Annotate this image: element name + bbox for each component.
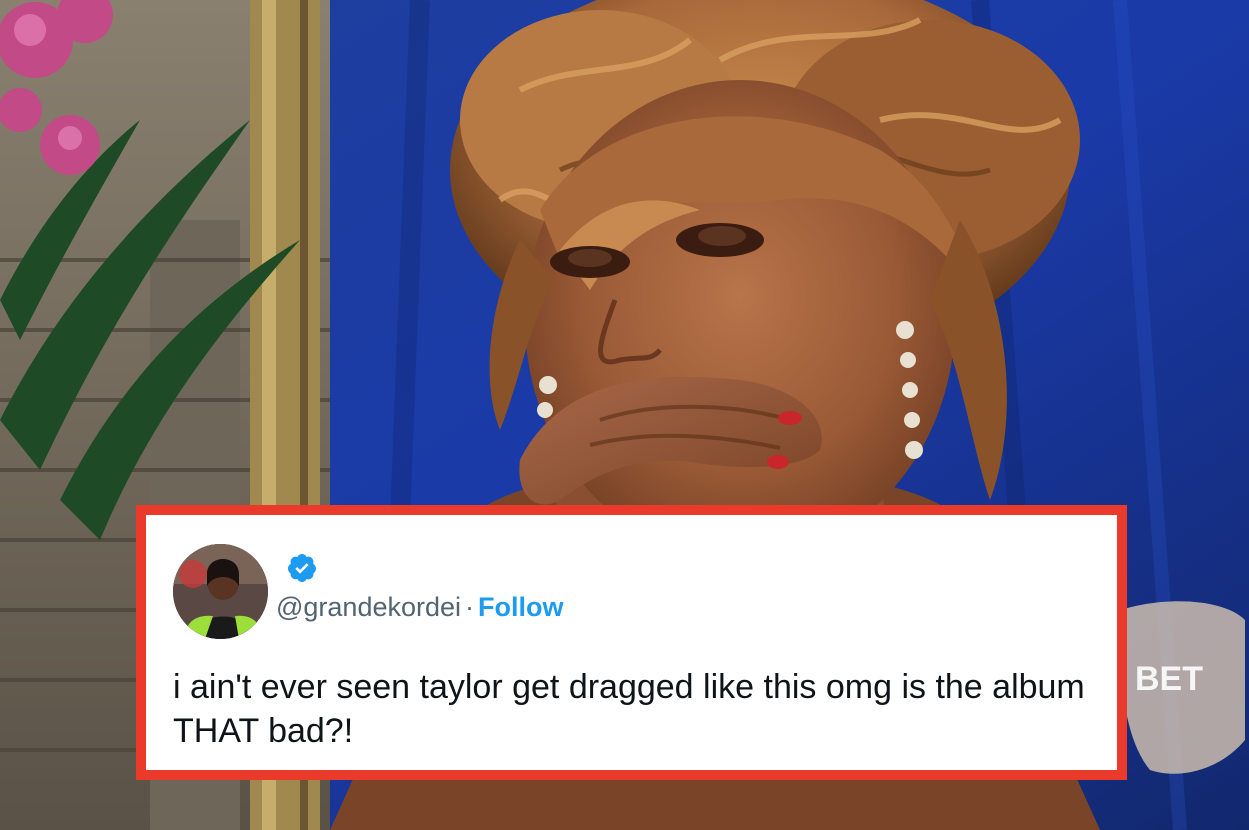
user-handle[interactable]: @grandekordei: [276, 592, 461, 622]
verified-badge-icon: [286, 552, 318, 584]
avatar[interactable]: [173, 544, 268, 639]
watermark-text: BET: [1135, 660, 1203, 698]
separator-dot: ·: [465, 592, 475, 622]
tweet-card: @grandekordei · Follow i ain't ever seen t…: [146, 515, 1117, 770]
tweet-text: i ain't ever seen taylor get dragged lik…: [173, 668, 1085, 750]
tweet-frame: @grandekordei · Follow i ain't ever seen t…: [136, 505, 1127, 780]
follow-button[interactable]: Follow: [478, 592, 563, 622]
tweet-header: @grandekordei · Follow: [276, 590, 564, 624]
